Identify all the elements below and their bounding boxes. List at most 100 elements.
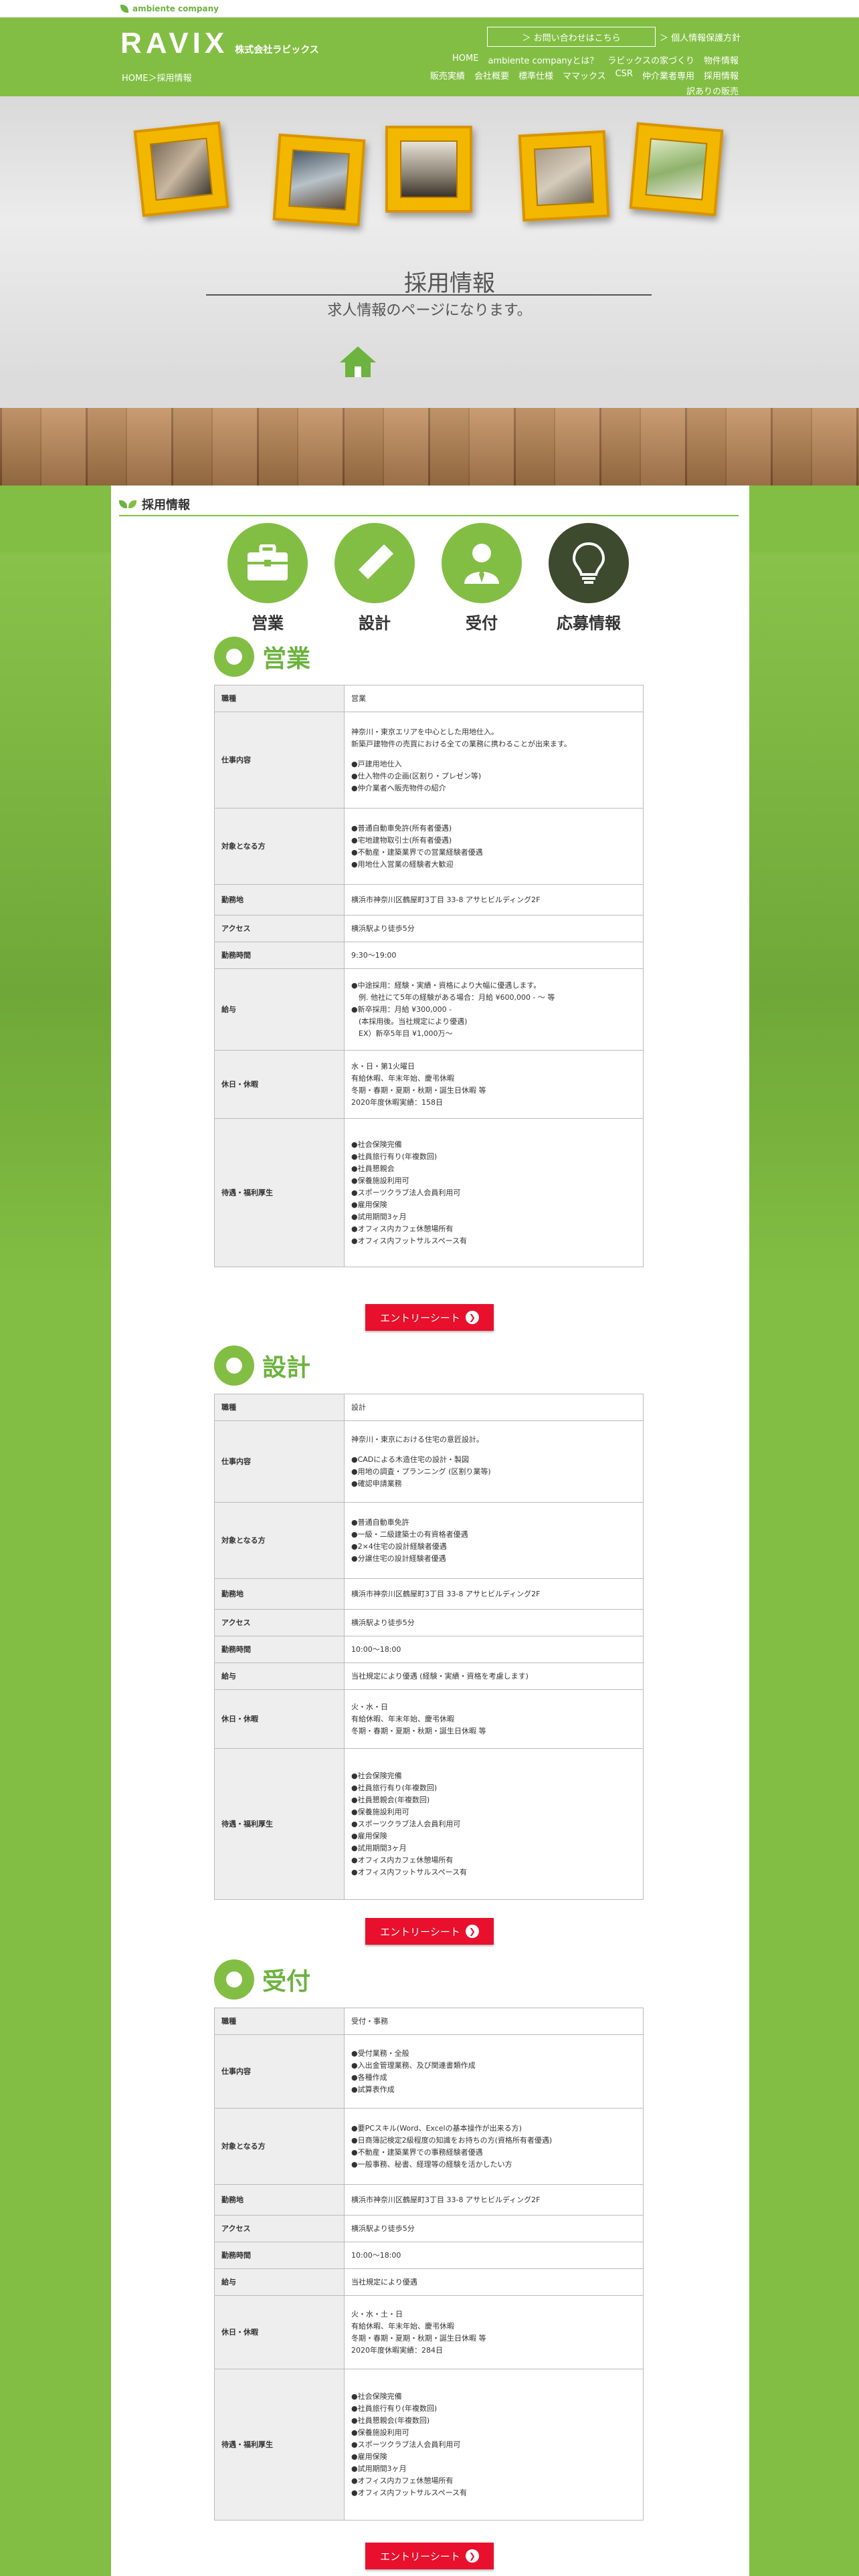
row-label: 給与 [214,1662,345,1690]
value-line: 10:00〜18:00 [351,2250,401,2260]
nav-item[interactable]: 訳ありの販売 [686,84,739,97]
value-line: 横浜駅より徒歩5分 [351,1618,415,1627]
value-line: 冬期・春期・夏期・秋期・誕生日休暇 等 [351,2333,486,2343]
row-label: アクセス [214,915,345,942]
value-line: 例. 他社にて5年の経験がある場合：月給 ¥600,000 - 〜 等 [351,992,555,1002]
job-tabs: 営業 設計 受付 応募情報 [226,523,632,633]
tab-design[interactable]: 設計 [333,523,416,633]
tab-application[interactable]: 応募情報 [547,523,630,633]
value-line: ●雇用保険 [351,2452,387,2461]
nav-item[interactable]: 仲介業者専用 [642,69,694,82]
pencil-icon [335,523,415,603]
value-line: ●オフィス内カフェ休憩場所有 [351,2476,454,2485]
row-label: 職種 [214,2008,345,2035]
site-logo[interactable]: RAVIX 株式会社ラビックス [120,27,319,60]
value-line: ●要PCスキル(Word、Excelの基本操作が出来る方) [351,2123,522,2133]
page-subtitle: 求人情報のページになります。 [327,302,532,319]
value-line: ●社員旅行有り(年複数回) [351,1152,438,1161]
job-title: 受付 [262,1968,311,1996]
row-value: 火・水・土・日 有給休暇、年末年始、慶弔休暇 冬期・春期・夏期・秋期・誕生日休暇 等… [344,2295,644,2369]
entry-label: エントリーシート [380,2550,460,2563]
value-line: ●仲介業者へ販売物件の紹介 [351,783,446,792]
photo-frame-1 [133,121,229,217]
value-line: ●用地仕入営業の経験者大歓迎 [351,859,454,869]
entry-sheet-button[interactable]: エントリーシート ❯ [365,1304,494,1331]
nav-item[interactable]: 会社概要 [474,69,509,82]
value-line: ●用地の調査・プランニング (区割り業等) [351,1467,491,1476]
chevron-right-icon: ＞ [522,33,534,43]
table-row: 休日・休暇 火・水・土・日 有給休暇、年末年始、慶弔休暇 冬期・春期・夏期・秋期・誕生… [214,2295,644,2369]
value-line: ●社員旅行有り(年複数回) [351,1783,438,1792]
house-icon [340,346,376,377]
nav-item[interactable]: HOME [452,53,478,66]
value-line: 神奈川・東京における住宅の意匠設計。 [351,1434,484,1444]
lightbulb-icon [549,523,629,603]
value-line: ●スポーツクラブ法人会員利用可 [351,2440,461,2449]
wood-floor [0,408,859,486]
leaf-icon [119,500,136,508]
value-line: ●戸建用地仕入 [351,759,402,768]
hero: 採用情報 求人情報のページになります。 [0,96,859,408]
value-line: 冬期・春期・夏期・秋期・誕生日休暇 等 [351,1726,486,1735]
table-row: 対象となる方 ●普通自動車免許 ●一級・二級建築士の有資格者優遇 ●2×4住宅の設計経… [214,1502,644,1579]
value-line: ●オフィス内カフェ休憩場所有 [351,1224,454,1233]
row-label: 勤務時間 [214,1636,345,1663]
tab-reception[interactable]: 受付 [440,523,523,633]
nav-item[interactable]: 標準仕様 [518,69,553,82]
nav-item[interactable]: 採用情報 [704,69,739,82]
value-line: ●社員懇親会 [351,1164,395,1173]
entry-label: エントリーシート [380,1925,460,1938]
value-line: ●宅地建物取引士(所有者優遇) [351,835,452,845]
nav-item[interactable]: ママックス [563,69,606,82]
nav-item[interactable]: 販売実績 [430,69,465,82]
value-line: ●スポーツクラブ法人会員利用可 [351,1819,461,1828]
row-value: 当社規定により優遇 (経験・実績・資格を考慮します) [344,1662,644,1690]
table-row: アクセス 横浜駅より徒歩5分 [214,2215,644,2242]
row-value: 横浜駅より徒歩5分 [344,1609,644,1636]
contact-label: お問い合わせはこちら [533,33,621,43]
table-row: アクセス 横浜駅より徒歩5分 [214,915,644,942]
person-icon [214,1959,254,2000]
row-value: 横浜市神奈川区鶴屋町3丁目 33-8 アサヒビルディング2F [344,1578,644,1610]
row-label: 勤務時間 [214,942,345,969]
table-row: 勤務地 横浜市神奈川区鶴屋町3丁目 33-8 アサヒビルディング2F [214,2184,644,2216]
tab-label: 応募情報 [557,614,621,633]
tab-sales[interactable]: 営業 [226,523,309,633]
value-line: 横浜駅より徒歩5分 [351,924,415,933]
value-line: ●社員懇親会(年複数回) [351,2416,430,2425]
nav-item[interactable]: 物件情報 [704,53,739,66]
ambiente-label: ambiente company [132,4,219,13]
value-line: 営業 [351,693,366,703]
table-row: 仕事内容 神奈川・東京における住宅の意匠設計。 ●CADによる木造住宅の設計・製図 ●… [214,1420,644,1503]
arrow-right-icon: ❯ [465,1311,479,1324]
nav-item[interactable]: CSR [615,69,633,82]
table-row: 勤務時間 9:30〜19:00 [214,942,644,969]
privacy-link[interactable]: ＞ 個人情報保護方針 [660,31,741,43]
nav-item[interactable]: ambiente companyとは？ [488,53,598,66]
ambiente-logo[interactable]: ambiente company [120,4,219,13]
contact-button[interactable]: ＞ お問い合わせはこちら [487,27,656,47]
nav-item[interactable]: ラビックスの家づくり [607,53,694,66]
global-nav: HOME ambiente companyとは？ ラビックスの家づくり 物件情報販売実… [420,53,739,97]
value-line: ●雇用保険 [351,1200,387,1209]
value-line: ●オフィス内フットサルスペース有 [351,2488,468,2497]
photo-frame-5 [629,122,724,217]
row-value: 神奈川・東京における住宅の意匠設計。 ●CADによる木造住宅の設計・製図 ●用地の調… [344,1420,644,1503]
value-line: 2020年度休暇実績：284日 [351,2345,443,2355]
value-line: ●不動産・建築業界での事務経験者優遇 [351,2147,483,2157]
value-line: ●オフィス内フットサルスペース有 [351,1867,468,1876]
row-label: 待遇・福利厚生 [214,1118,345,1267]
value-line: EX）新卒5年目 ¥1,000万〜 [351,1029,453,1038]
leaf-icon [120,5,128,13]
table-row: 給与 ●中途採用：経験・実績・資格により大幅に優遇します。 例. 他社にて5年の経… [214,968,644,1051]
section-heading: 採用情報 [119,494,739,516]
value-line: ●受付業務・全般 [351,2048,409,2058]
entry-sheet-button[interactable]: エントリーシート ❯ [365,1918,494,1945]
tab-label: 営業 [252,614,284,633]
job-table: 職種 受付・事務 仕事内容 ●受付業務・全般 ●入出金管理業務、及び関連書類作成 ●各種作… [214,2008,644,2520]
job-heading: 設計 [214,1346,310,1386]
value-line: ●試算表作成 [351,2084,395,2094]
entry-sheet-button[interactable]: エントリーシート ❯ [365,2543,494,2569]
value-line: ●確認申請業務 [351,1479,402,1488]
breadcrumb[interactable]: HOME＞採用情報 [122,71,191,84]
